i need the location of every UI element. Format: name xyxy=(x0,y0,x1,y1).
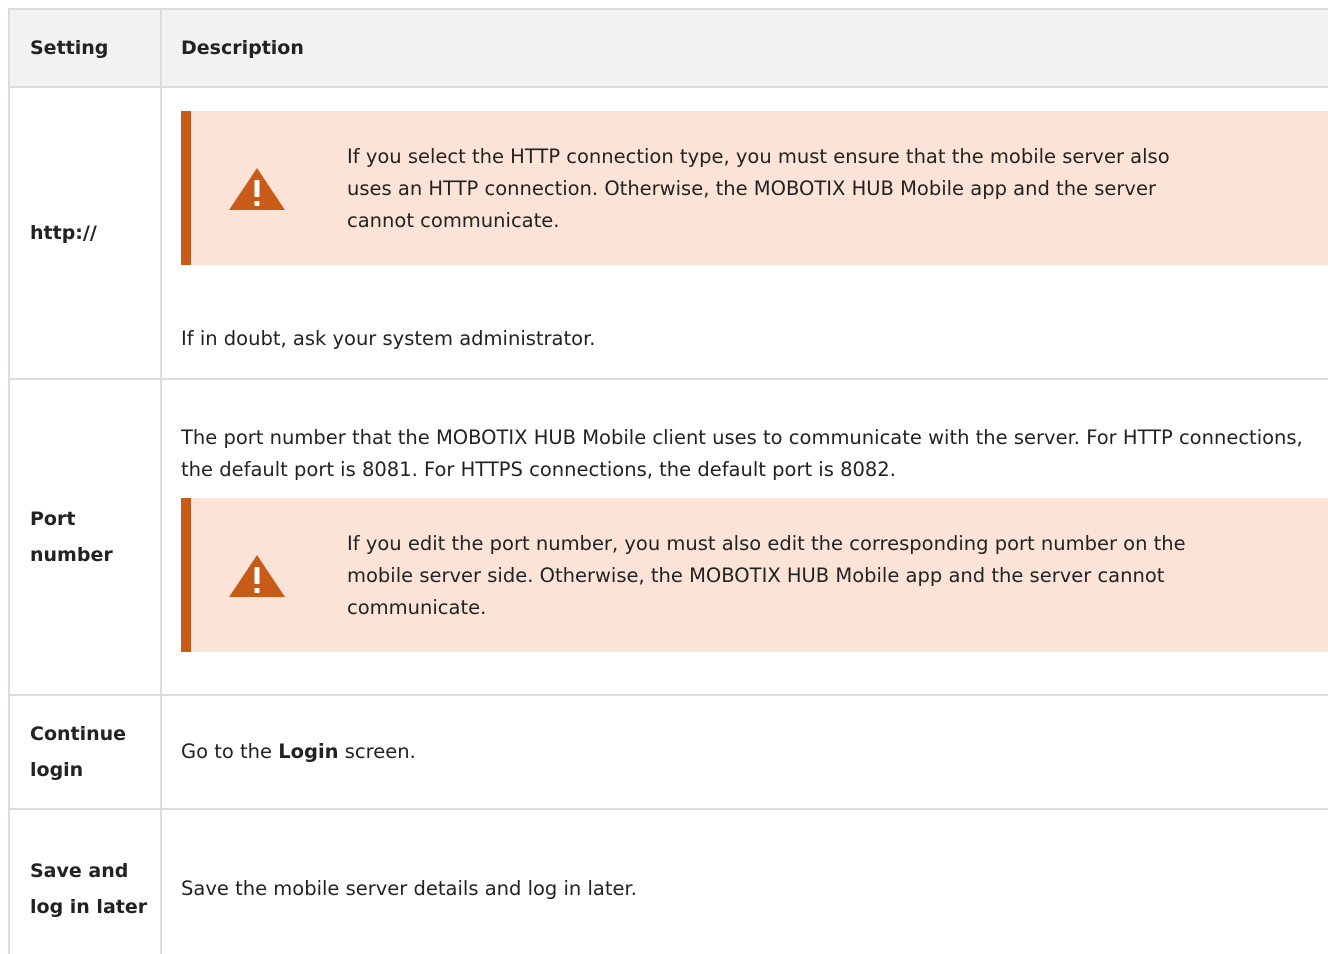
warning-triangle-icon xyxy=(229,555,285,597)
admin-note: If in doubt, ask your system administrat… xyxy=(181,327,596,350)
login-screen-term: Login xyxy=(278,740,339,763)
warning-text: If you select the HTTP connection type, … xyxy=(347,145,1170,232)
table-header-row: Setting Description xyxy=(8,8,1328,88)
setting-description: Save the mobile server details and log i… xyxy=(160,808,1328,954)
table-row-http: http:// If you select the HTTP connectio… xyxy=(8,86,1328,380)
settings-page: Setting Description http:// If you selec… xyxy=(0,0,1328,954)
setting-name: Save and log in later xyxy=(8,808,162,954)
description-suffix: screen. xyxy=(338,740,416,763)
table-row-continue-login: Continue login Go to the Login screen. xyxy=(8,694,1328,810)
setting-name: http:// xyxy=(8,86,162,380)
column-header-setting: Setting xyxy=(8,8,162,88)
settings-table: Setting Description http:// If you selec… xyxy=(8,8,1328,954)
warning-callout: If you select the HTTP connection type, … xyxy=(181,111,1328,265)
description-prefix: Go to the xyxy=(181,740,279,763)
setting-description: If you select the HTTP connection type, … xyxy=(160,86,1328,380)
setting-name: Continue login xyxy=(8,694,162,810)
warning-callout: If you edit the port number, you must al… xyxy=(181,498,1328,652)
column-header-description: Description xyxy=(160,8,1328,88)
setting-description: Go to the Login screen. xyxy=(160,694,1328,810)
setting-description: The port number that the MOBOTIX HUB Mob… xyxy=(160,378,1328,696)
table-row-port-number: Port number The port number that the MOB… xyxy=(8,378,1328,696)
warning-triangle-icon xyxy=(229,168,285,210)
setting-name: Port number xyxy=(8,378,162,696)
port-description-text: The port number that the MOBOTIX HUB Mob… xyxy=(181,426,1303,481)
warning-text: If you edit the port number, you must al… xyxy=(347,532,1186,619)
table-row-save-and-log-in-later: Save and log in later Save the mobile se… xyxy=(8,808,1328,954)
